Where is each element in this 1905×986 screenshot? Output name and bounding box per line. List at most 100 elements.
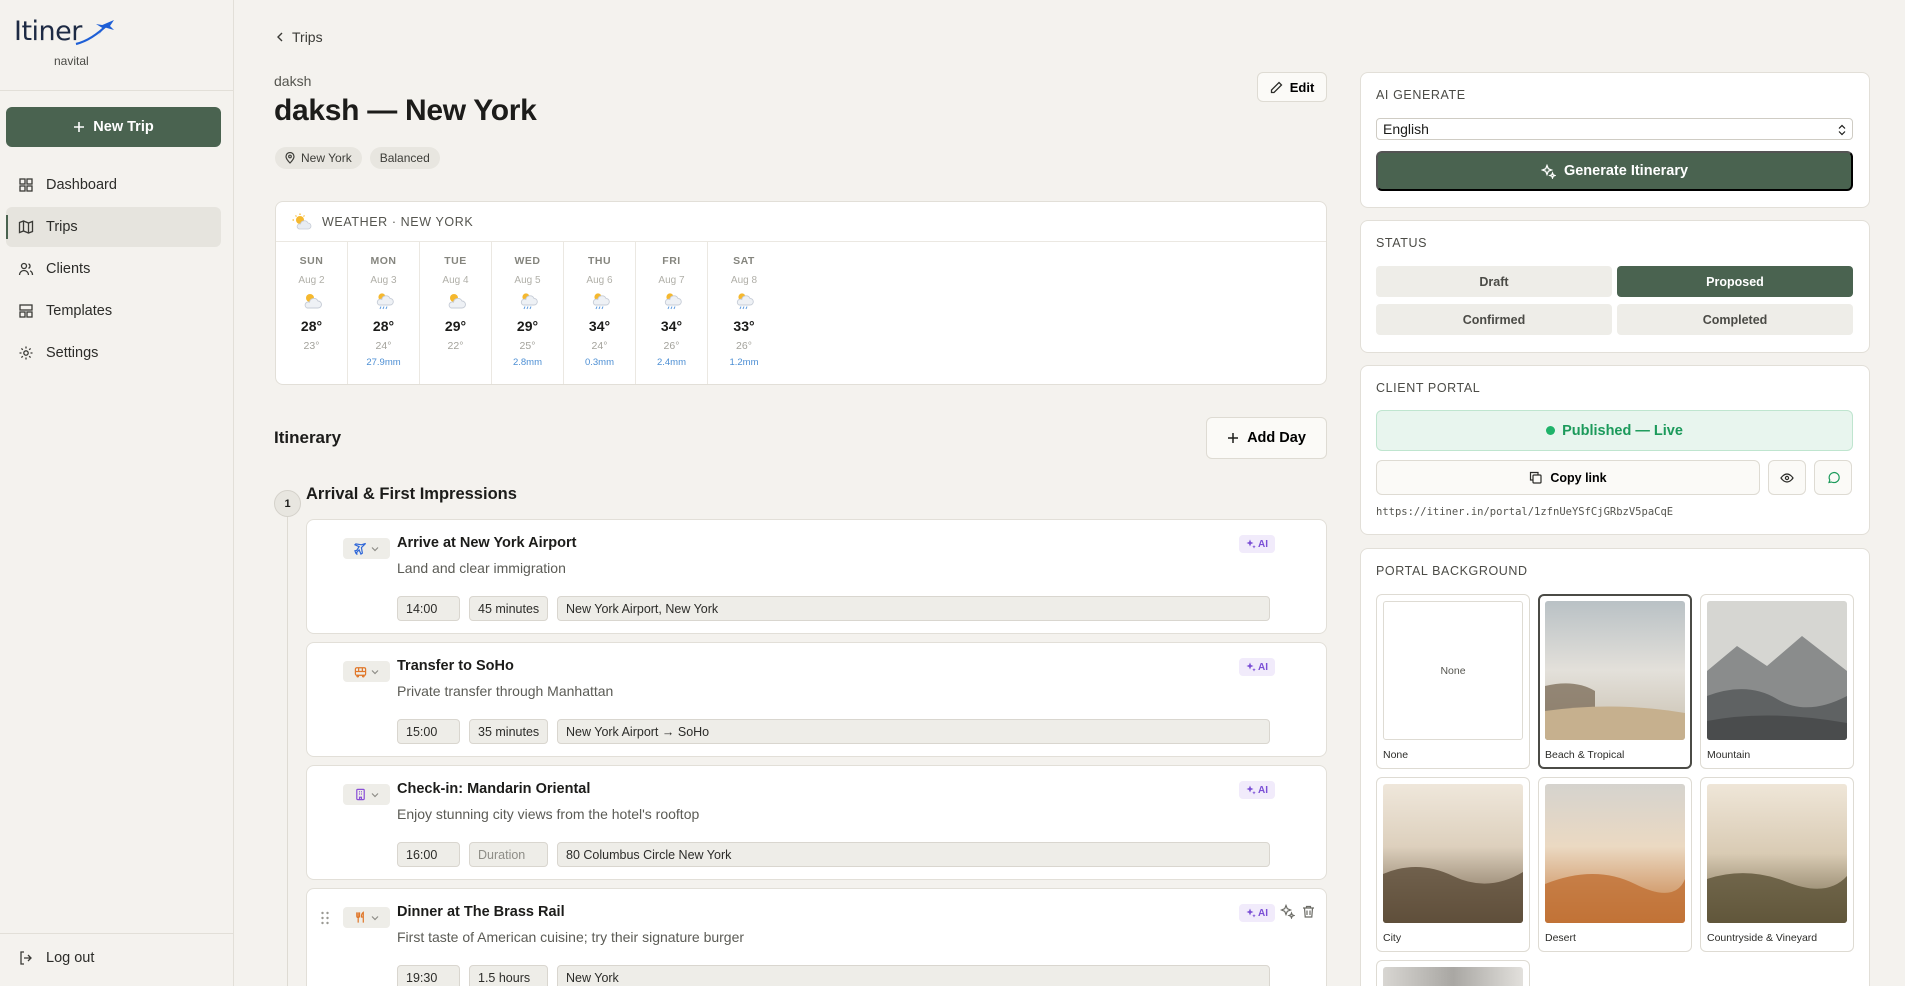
copy-link-button[interactable]: Copy link xyxy=(1376,460,1760,495)
bg-option-mountain[interactable]: Mountain xyxy=(1700,594,1854,769)
time-field[interactable]: 15:00 xyxy=(397,719,460,744)
rain-cloud-icon xyxy=(733,286,755,314)
weather-low-temp: 25° xyxy=(519,340,536,352)
logout-icon xyxy=(20,951,32,965)
bg-option-more[interactable] xyxy=(1376,960,1530,986)
duration-field[interactable]: 1.5 hours xyxy=(469,965,548,986)
bg-option-label: Countryside & Vineyard xyxy=(1707,932,1818,944)
duration-field[interactable]: 45 minutes xyxy=(469,596,548,621)
weather-day-date: Aug 6 xyxy=(586,275,613,286)
activity-card[interactable]: Dinner at The Brass Rail First taste of … xyxy=(306,888,1327,986)
copy-icon xyxy=(1530,471,1542,484)
panel-title: STATUS xyxy=(1376,236,1428,250)
bg-option-countryside[interactable]: Countryside & Vineyard xyxy=(1700,777,1854,952)
weather-high-temp: 33° xyxy=(733,318,755,334)
weather-day: MON Aug 3 28° 24° 27.9mm xyxy=(348,242,420,384)
pace-tag-label: Balanced xyxy=(379,151,430,165)
activity-card[interactable]: Arrive at New York Airport Land and clea… xyxy=(306,519,1327,634)
duration-field[interactable]: 35 minutes xyxy=(469,719,548,744)
bg-option-beach[interactable]: Beach & Tropical xyxy=(1538,594,1692,769)
status-confirmed-button[interactable]: Confirmed xyxy=(1376,304,1612,335)
weather-card: WEATHER · NEW YORK SUN Aug 2 28° 23° MON Aug … xyxy=(275,201,1327,385)
location-tag-label: New York xyxy=(301,151,352,165)
drag-handle-icon[interactable] xyxy=(320,911,330,925)
activity-type-select[interactable] xyxy=(343,784,390,805)
edit-button[interactable]: Edit xyxy=(1257,72,1327,102)
activity-title[interactable]: Arrive at New York Airport xyxy=(397,535,576,551)
generate-label: Generate Itinerary xyxy=(1563,163,1689,179)
activity-title[interactable]: Dinner at The Brass Rail xyxy=(397,904,565,920)
language-value: English xyxy=(1383,121,1429,137)
location-field[interactable]: 80 Columbus Circle New York xyxy=(557,842,1270,867)
chevron-left-icon xyxy=(277,32,283,42)
activity-description[interactable]: First taste of American cuisine; try the… xyxy=(397,929,744,945)
logout-button[interactable]: Log out xyxy=(18,950,94,966)
activity-card[interactable]: Transfer to SoHo Private transfer throug… xyxy=(306,642,1327,757)
weather-day-date: Aug 4 xyxy=(442,275,469,286)
sidebar-item-trips[interactable]: Trips xyxy=(6,207,221,247)
activity-title[interactable]: Check-in: Mandarin Oriental xyxy=(397,781,590,797)
ai-badge-label: AI xyxy=(1258,538,1268,550)
weather-day-date: Aug 7 xyxy=(658,275,685,286)
activity-type-select[interactable] xyxy=(343,538,390,559)
activity-card[interactable]: Check-in: Mandarin Oriental Enjoy stunni… xyxy=(306,765,1327,880)
activity-description[interactable]: Land and clear immigration xyxy=(397,560,566,576)
whatsapp-share-button[interactable] xyxy=(1814,460,1852,495)
status-proposed-button[interactable]: Proposed xyxy=(1617,266,1853,297)
copy-link-label: Copy link xyxy=(1550,470,1607,485)
sidebar-item-settings[interactable]: Settings xyxy=(6,333,221,373)
partly-cloudy-icon xyxy=(445,286,467,314)
weather-high-temp: 29° xyxy=(444,318,467,334)
portal-url[interactable]: https://itiner.in/portal/1zfnUeYSfCjGRbz… xyxy=(1376,506,1673,518)
weather-day-name: WED xyxy=(514,255,541,267)
back-link[interactable]: Trips xyxy=(276,29,323,45)
location-field[interactable]: New York xyxy=(557,965,1270,986)
bg-option-none[interactable]: None None xyxy=(1376,594,1530,769)
location-field[interactable]: New York Airport, New York xyxy=(557,596,1270,621)
time-field[interactable]: 19:30 xyxy=(397,965,460,986)
activity-description[interactable]: Enjoy stunning city views from the hotel… xyxy=(397,806,699,822)
weather-day-date: Aug 2 xyxy=(298,275,325,286)
time-field[interactable]: 16:00 xyxy=(397,842,460,867)
ai-badge: AI xyxy=(1239,658,1275,676)
location-field[interactable]: New York Airport → SoHo xyxy=(557,719,1270,744)
published-status-button[interactable]: Published — Live xyxy=(1376,410,1853,451)
chevron-down-icon xyxy=(371,792,379,797)
sidebar: Itiner navital New Trip Dashboard Trips … xyxy=(0,0,234,986)
sidebar-item-templates[interactable]: Templates xyxy=(6,291,221,331)
new-trip-button[interactable]: New Trip xyxy=(6,107,221,147)
add-day-button[interactable]: Add Day xyxy=(1206,417,1327,459)
status-completed-button[interactable]: Completed xyxy=(1617,304,1853,335)
logo[interactable]: Itiner navital xyxy=(14,16,124,70)
trash-icon[interactable] xyxy=(1301,904,1316,919)
day-title[interactable]: Arrival & First Impressions xyxy=(306,485,517,504)
bg-option-desert[interactable]: Desert xyxy=(1538,777,1692,952)
sidebar-item-label: Templates xyxy=(46,303,113,319)
activity-type-select[interactable] xyxy=(343,661,390,682)
bg-option-label: Desert xyxy=(1545,932,1576,944)
sidebar-item-clients[interactable]: Clients xyxy=(6,249,221,289)
published-label: Published — Live xyxy=(1562,422,1683,439)
language-select[interactable]: English xyxy=(1376,118,1853,140)
status-draft-button[interactable]: Draft xyxy=(1376,266,1612,297)
activity-description[interactable]: Private transfer through Manhattan xyxy=(397,683,613,699)
preview-button[interactable] xyxy=(1768,460,1806,495)
message-circle-icon xyxy=(1827,471,1840,484)
bg-option-city[interactable]: City xyxy=(1376,777,1530,952)
activity-type-select[interactable] xyxy=(343,907,390,928)
ai-badge-label: AI xyxy=(1258,907,1268,919)
time-field[interactable]: 14:00 xyxy=(397,596,460,621)
utensils-icon xyxy=(356,911,364,923)
chevron-down-icon xyxy=(371,669,379,674)
logo-text: Itiner xyxy=(14,16,82,47)
generate-itinerary-button[interactable]: Generate Itinerary xyxy=(1376,151,1853,191)
duration-field[interactable]: Duration xyxy=(469,842,548,867)
chevron-down-icon xyxy=(371,546,379,551)
sparkle-icon xyxy=(1246,662,1256,672)
activity-title[interactable]: Transfer to SoHo xyxy=(397,658,514,674)
sidebar-nav: Dashboard Trips Clients Templates Settin… xyxy=(6,165,221,375)
sidebar-item-dashboard[interactable]: Dashboard xyxy=(6,165,221,205)
sparkle-regenerate-icon[interactable] xyxy=(1280,904,1295,919)
plane-logo-icon xyxy=(75,20,114,46)
rain-cloud-icon xyxy=(661,286,683,314)
